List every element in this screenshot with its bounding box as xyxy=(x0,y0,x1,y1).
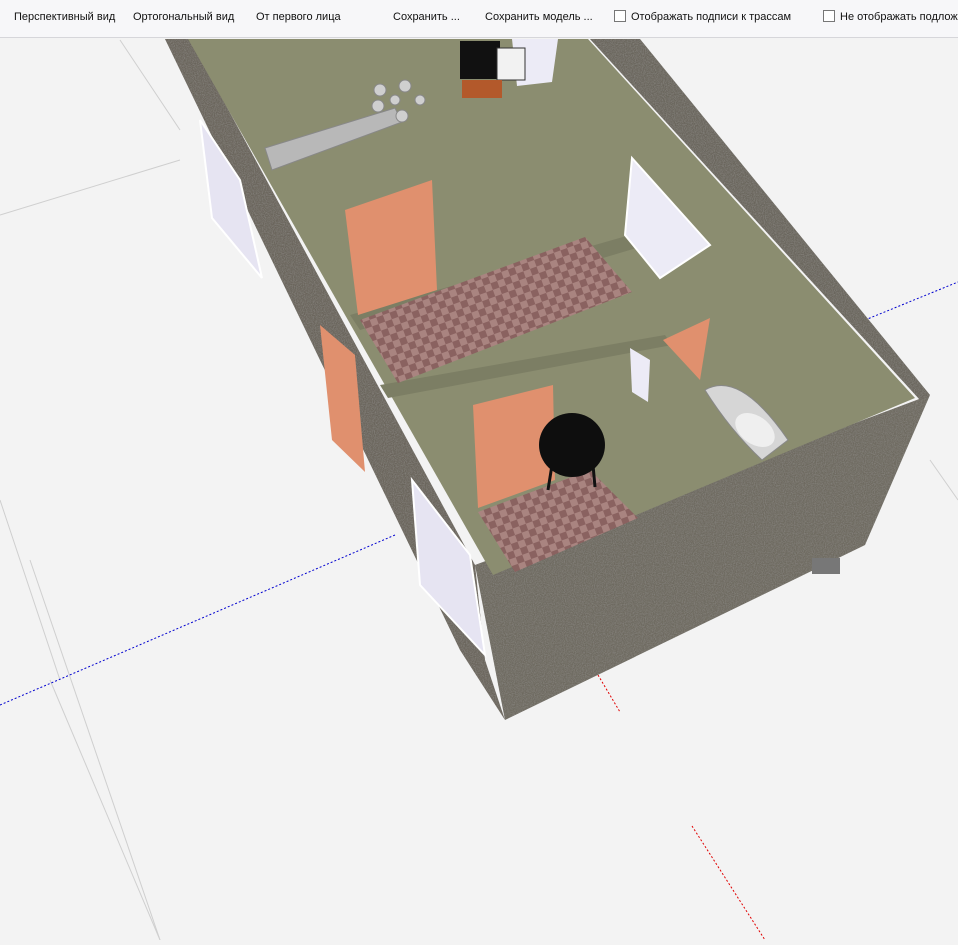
hide-underlay-label: Не отображать подлож xyxy=(840,11,958,23)
save-model-button[interactable]: Сохранить модель ... xyxy=(485,8,593,26)
house-model xyxy=(165,39,930,720)
toolbar: Перспективный вид Ортогональный вид От п… xyxy=(0,0,958,38)
show-track-labels-label: Отображать подписи к трассам xyxy=(631,11,792,23)
first-person-view-button[interactable]: От первого лица xyxy=(256,8,341,26)
hide-underlay-checkbox[interactable]: Не отображать подлож xyxy=(823,8,958,26)
save-button[interactable]: Сохранить ... xyxy=(393,8,460,26)
show-track-labels-checkbox[interactable]: Отображать подписи к трассам xyxy=(614,8,791,26)
door xyxy=(320,325,365,472)
corner-foot xyxy=(812,558,840,574)
perspective-view-button[interactable]: Перспективный вид xyxy=(14,8,115,26)
3d-viewport[interactable] xyxy=(0,39,958,941)
checkbox-icon[interactable] xyxy=(614,10,626,22)
checkbox-icon[interactable] xyxy=(823,10,835,22)
orthogonal-view-button[interactable]: Ортогональный вид xyxy=(133,8,234,26)
